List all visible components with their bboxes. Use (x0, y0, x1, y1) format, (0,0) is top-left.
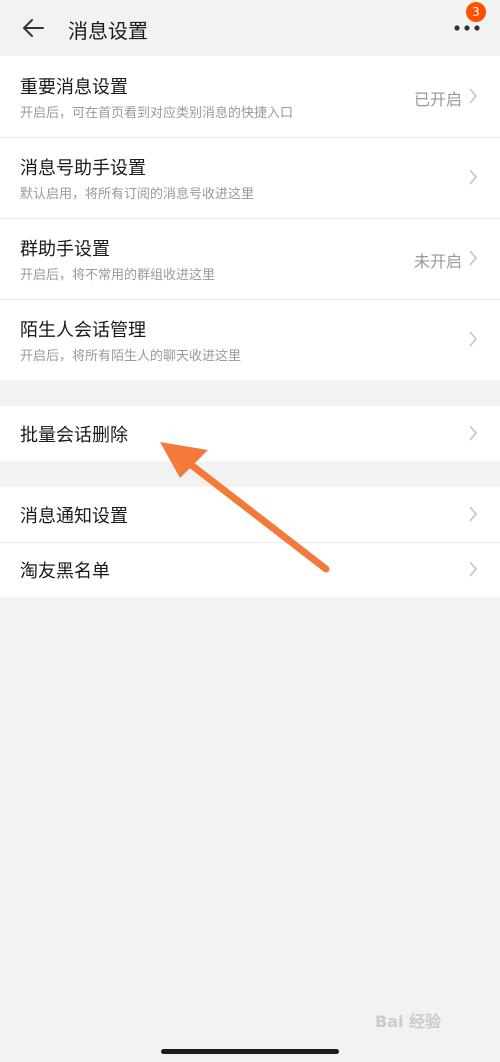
chevron-right-icon (469, 169, 478, 185)
chevron-right-icon (469, 561, 478, 577)
chevron-right-icon (469, 425, 478, 441)
group-assistant-settings-row[interactable]: 群助手设置 开启后，将不常用的群组收进这里 未开启 (0, 218, 500, 299)
row-description: 开启后，可在首页看到对应类别消息的快捷入口 (20, 106, 294, 121)
row-description: 默认启用，将所有订阅的消息号收进这里 (20, 187, 255, 202)
settings-group-batch: 批量会话删除 (0, 406, 500, 461)
more-button[interactable]: 3 (452, 2, 486, 44)
chevron-right-icon (469, 331, 478, 347)
section-divider (0, 380, 500, 406)
row-label: 批量会话删除 (20, 425, 128, 446)
chevron-right-icon (469, 506, 478, 522)
row-description: 开启后，将所有陌生人的聊天收进这里 (20, 349, 242, 364)
page-title: 消息设置 (68, 19, 148, 43)
settings-group-main: 重要消息设置 开启后，可在首页看到对应类别消息的快捷入口 已开启 消息号助手设置… (0, 56, 500, 380)
top-bar: 消息设置 3 (0, 0, 500, 56)
chevron-right-icon (469, 250, 478, 266)
row-label: 重要消息设置 (20, 77, 128, 98)
more-dots-icon (454, 25, 480, 31)
row-label: 陌生人会话管理 (20, 320, 146, 341)
home-indicator[interactable] (161, 1049, 339, 1054)
watermark: Bai 经验 (375, 1012, 442, 1031)
row-label: 消息号助手设置 (20, 158, 146, 179)
row-label: 群助手设置 (20, 239, 110, 260)
settings-group-other: 消息通知设置 淘友黑名单 (0, 487, 500, 597)
chevron-right-icon (469, 88, 478, 104)
message-notification-settings-row[interactable]: 消息通知设置 (0, 487, 500, 542)
important-message-settings-row[interactable]: 重要消息设置 开启后，可在首页看到对应类别消息的快捷入口 已开启 (0, 56, 500, 137)
blacklist-row[interactable]: 淘友黑名单 (0, 542, 500, 597)
stranger-chat-management-row[interactable]: 陌生人会话管理 开启后，将所有陌生人的聊天收进这里 (0, 299, 500, 380)
row-label: 消息通知设置 (20, 506, 128, 527)
row-label: 淘友黑名单 (20, 561, 110, 582)
row-description: 开启后，将不常用的群组收进这里 (20, 268, 216, 283)
notification-badge: 3 (466, 2, 486, 22)
message-account-assistant-row[interactable]: 消息号助手设置 默认启用，将所有订阅的消息号收进这里 (0, 137, 500, 218)
back-arrow-icon[interactable] (22, 18, 44, 38)
status-text: 未开启 (413, 252, 462, 271)
section-divider (0, 461, 500, 487)
status-text: 已开启 (413, 90, 462, 109)
batch-delete-chats-row[interactable]: 批量会话删除 (0, 406, 500, 461)
